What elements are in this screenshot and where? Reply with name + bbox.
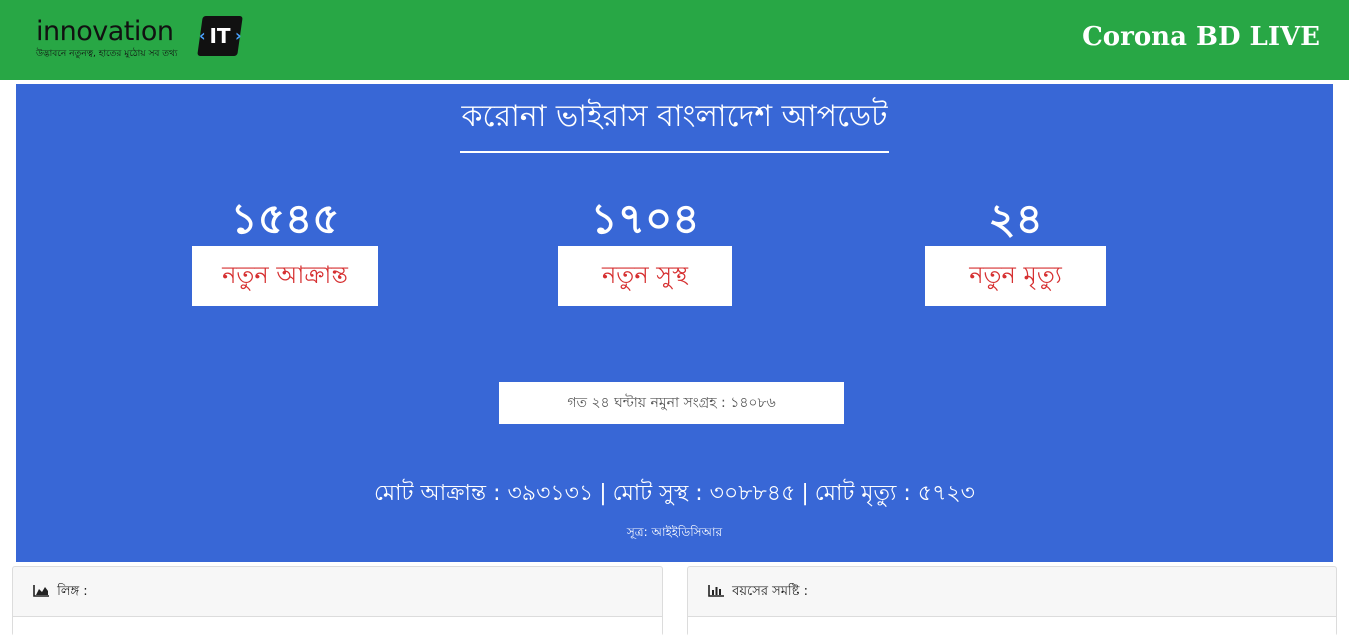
gender-card-header: লিঙ্গ :: [13, 567, 662, 617]
bar-chart-icon: [708, 585, 724, 597]
total-recovered: মোট সুস্থ : ৩০৮৮৪৫: [612, 481, 796, 506]
total-deaths: মোট মৃত্যু : ৫৭২৩: [814, 481, 975, 506]
stat-new-infected: ১৫৪৫ নতুন আক্রান্ত: [192, 192, 378, 306]
age-card-header: বয়সের সমষ্টি :: [688, 567, 1336, 617]
area-chart-icon: [33, 585, 49, 597]
chevron-right-icon: ›: [235, 26, 242, 45]
stat-new-deaths: ২৪ নতুন মৃত্যু: [925, 192, 1106, 306]
gender-card-title: লিঙ্গ :: [57, 584, 88, 599]
update-panel: করোনা ভাইরাস বাংলাদেশ আপডেট ১৫৪৫ নতুন আক…: [16, 84, 1333, 562]
stat-new-recovered: ১৭০৪ নতুন সুস্থ: [558, 192, 732, 306]
panel-headline: করোনা ভাইরাস বাংলাদেশ আপডেট: [16, 92, 1333, 153]
separator: |: [599, 481, 607, 506]
panel-title: করোনা ভাইরাস বাংলাদেশ আপডেট: [459, 92, 890, 153]
logo-badge: ‹ IT ›: [197, 16, 243, 56]
separator: |: [801, 481, 809, 506]
stat-label: নতুন মৃত্যু: [925, 246, 1106, 306]
total-infected: মোট আক্রান্ত : ৩৯৩১৩১: [373, 481, 594, 506]
totals-line: মোট আক্রান্ত : ৩৯৩১৩১ | মোট সুস্থ : ৩০৮৮৪৫…: [16, 476, 1333, 513]
top-navbar: innovation ‹ IT › উদ্ভাবনে নতুনত্ব, হাতে…: [0, 0, 1349, 80]
site-logo[interactable]: innovation ‹ IT › উদ্ভাবনে নতুনত্ব, হাতে…: [36, 14, 246, 64]
logo-wordmark: innovation: [36, 16, 174, 47]
sample-count-box: গত ২৪ ঘন্টায় নমুনা সংগ্রহ : ১৪০৮৬: [499, 382, 844, 424]
stat-value: ২৪: [988, 194, 1043, 243]
age-card-body: [688, 617, 1336, 637]
stat-value: ১৫৪৫: [230, 194, 340, 243]
gender-card-body: [13, 617, 662, 637]
brand-title[interactable]: Corona BD LIVE: [1082, 22, 1320, 52]
logo-tagline: উদ্ভাবনে নতুনত্ব, হাতের মুঠোয় সব তথ্য: [36, 49, 178, 59]
stat-label: নতুন আক্রান্ত: [192, 246, 378, 306]
source-note: সূত্র: আইইডিসিআর: [626, 525, 723, 539]
stat-label: নতুন সুস্থ: [558, 246, 732, 306]
stat-value: ১৭০৪: [590, 194, 700, 243]
age-card-title: বয়সের সমষ্টি :: [732, 584, 808, 599]
